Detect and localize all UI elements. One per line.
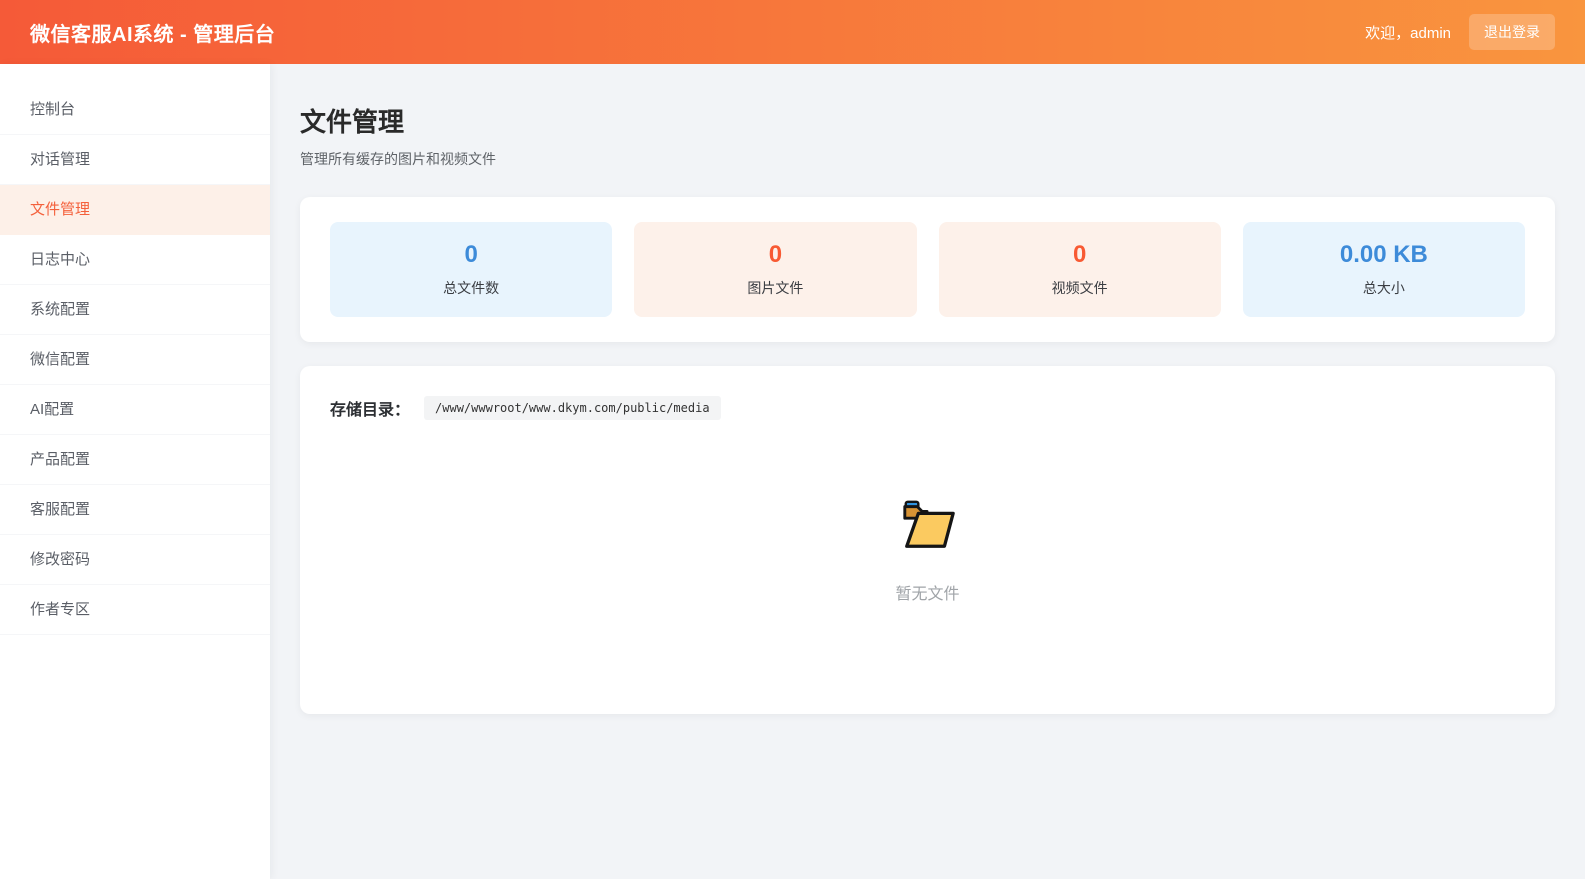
stat-label: 图片文件 — [747, 280, 804, 296]
sidebar-item-system-config[interactable]: 系统配置 — [0, 285, 270, 335]
empty-state: 暂无文件 — [330, 420, 1525, 684]
stat-label: 视频文件 — [1051, 280, 1108, 296]
sidebar-item-ai-config[interactable]: AI配置 — [0, 385, 270, 435]
sidebar-item-conversations[interactable]: 对话管理 — [0, 135, 270, 185]
logout-button[interactable]: 退出登录 — [1469, 14, 1555, 50]
sidebar-item-author-zone[interactable]: 作者专区 — [0, 585, 270, 635]
stat-label: 总文件数 — [443, 280, 500, 296]
sidebar-item-console[interactable]: 控制台 — [0, 85, 270, 135]
stat-card-video-files: 0 视频文件 — [938, 222, 1221, 317]
sidebar-item-files[interactable]: 文件管理 — [0, 185, 270, 235]
stat-value: 0 — [1072, 241, 1087, 268]
app-header: 微信客服AI系统 - 管理后台 欢迎，admin 退出登录 — [0, 0, 1585, 64]
stat-card-total-files: 0 总文件数 — [330, 222, 613, 317]
stat-card-image-files: 0 图片文件 — [634, 222, 917, 317]
page-subtitle: 管理所有缓存的图片和视频文件 — [300, 151, 496, 167]
storage-path-value: /www/wwwroot/www.dkym.com/public/media — [424, 396, 721, 420]
sidebar: 控制台 对话管理 文件管理 日志中心 系统配置 微信配置 AI配置 产品配置 客服配置 修改密码作… — [0, 64, 270, 879]
welcome-text: 欢迎，admin — [1365, 24, 1451, 42]
sidebar-item-wechat-config[interactable]: 微信配置 — [0, 335, 270, 385]
main-content: 文件管理 管理所有缓存的图片和视频文件 0 总文件数 0 图片文件 0 视频文件 0.00 … — [270, 64, 1585, 879]
app-title: 微信客服AI系统 - 管理后台 — [30, 23, 276, 46]
sidebar-item-change-password[interactable]: 修改密码 — [0, 535, 270, 585]
sidebar-item-logs[interactable]: 日志中心 — [0, 235, 270, 285]
stat-card-total-size: 0.00 KB 总大小 — [1242, 222, 1525, 317]
files-card: 存储目录： /www/wwwroot/www.dkym.com/public/m… — [300, 366, 1555, 714]
open-folder-icon — [902, 500, 955, 548]
sidebar-item-product-config[interactable]: 产品配置 — [0, 435, 270, 485]
body-row: 控制台 对话管理 文件管理 日志中心 系统配置 微信配置 AI配置 产品配置 客服配置 修改密码作… — [0, 64, 1585, 879]
stat-value: 0 — [464, 241, 478, 268]
stat-value: 0 — [768, 241, 783, 268]
page-title: 文件管理 — [300, 107, 405, 137]
empty-text: 暂无文件 — [895, 586, 960, 603]
stat-label: 总大小 — [1362, 280, 1405, 296]
storage-dir-label: 存储目录： — [330, 402, 411, 419]
stats-card: 0 总文件数 0 图片文件 0 视频文件 0.00 KB 总大小 — [300, 197, 1555, 342]
sidebar-item-service-config[interactable]: 客服配置 — [0, 485, 270, 535]
header-right: 欢迎，admin 退出登录 — [1365, 14, 1555, 50]
storage-row: 存储目录： /www/wwwroot/www.dkym.com/public/m… — [330, 396, 1525, 420]
stat-value: 0.00 KB — [1339, 241, 1428, 268]
